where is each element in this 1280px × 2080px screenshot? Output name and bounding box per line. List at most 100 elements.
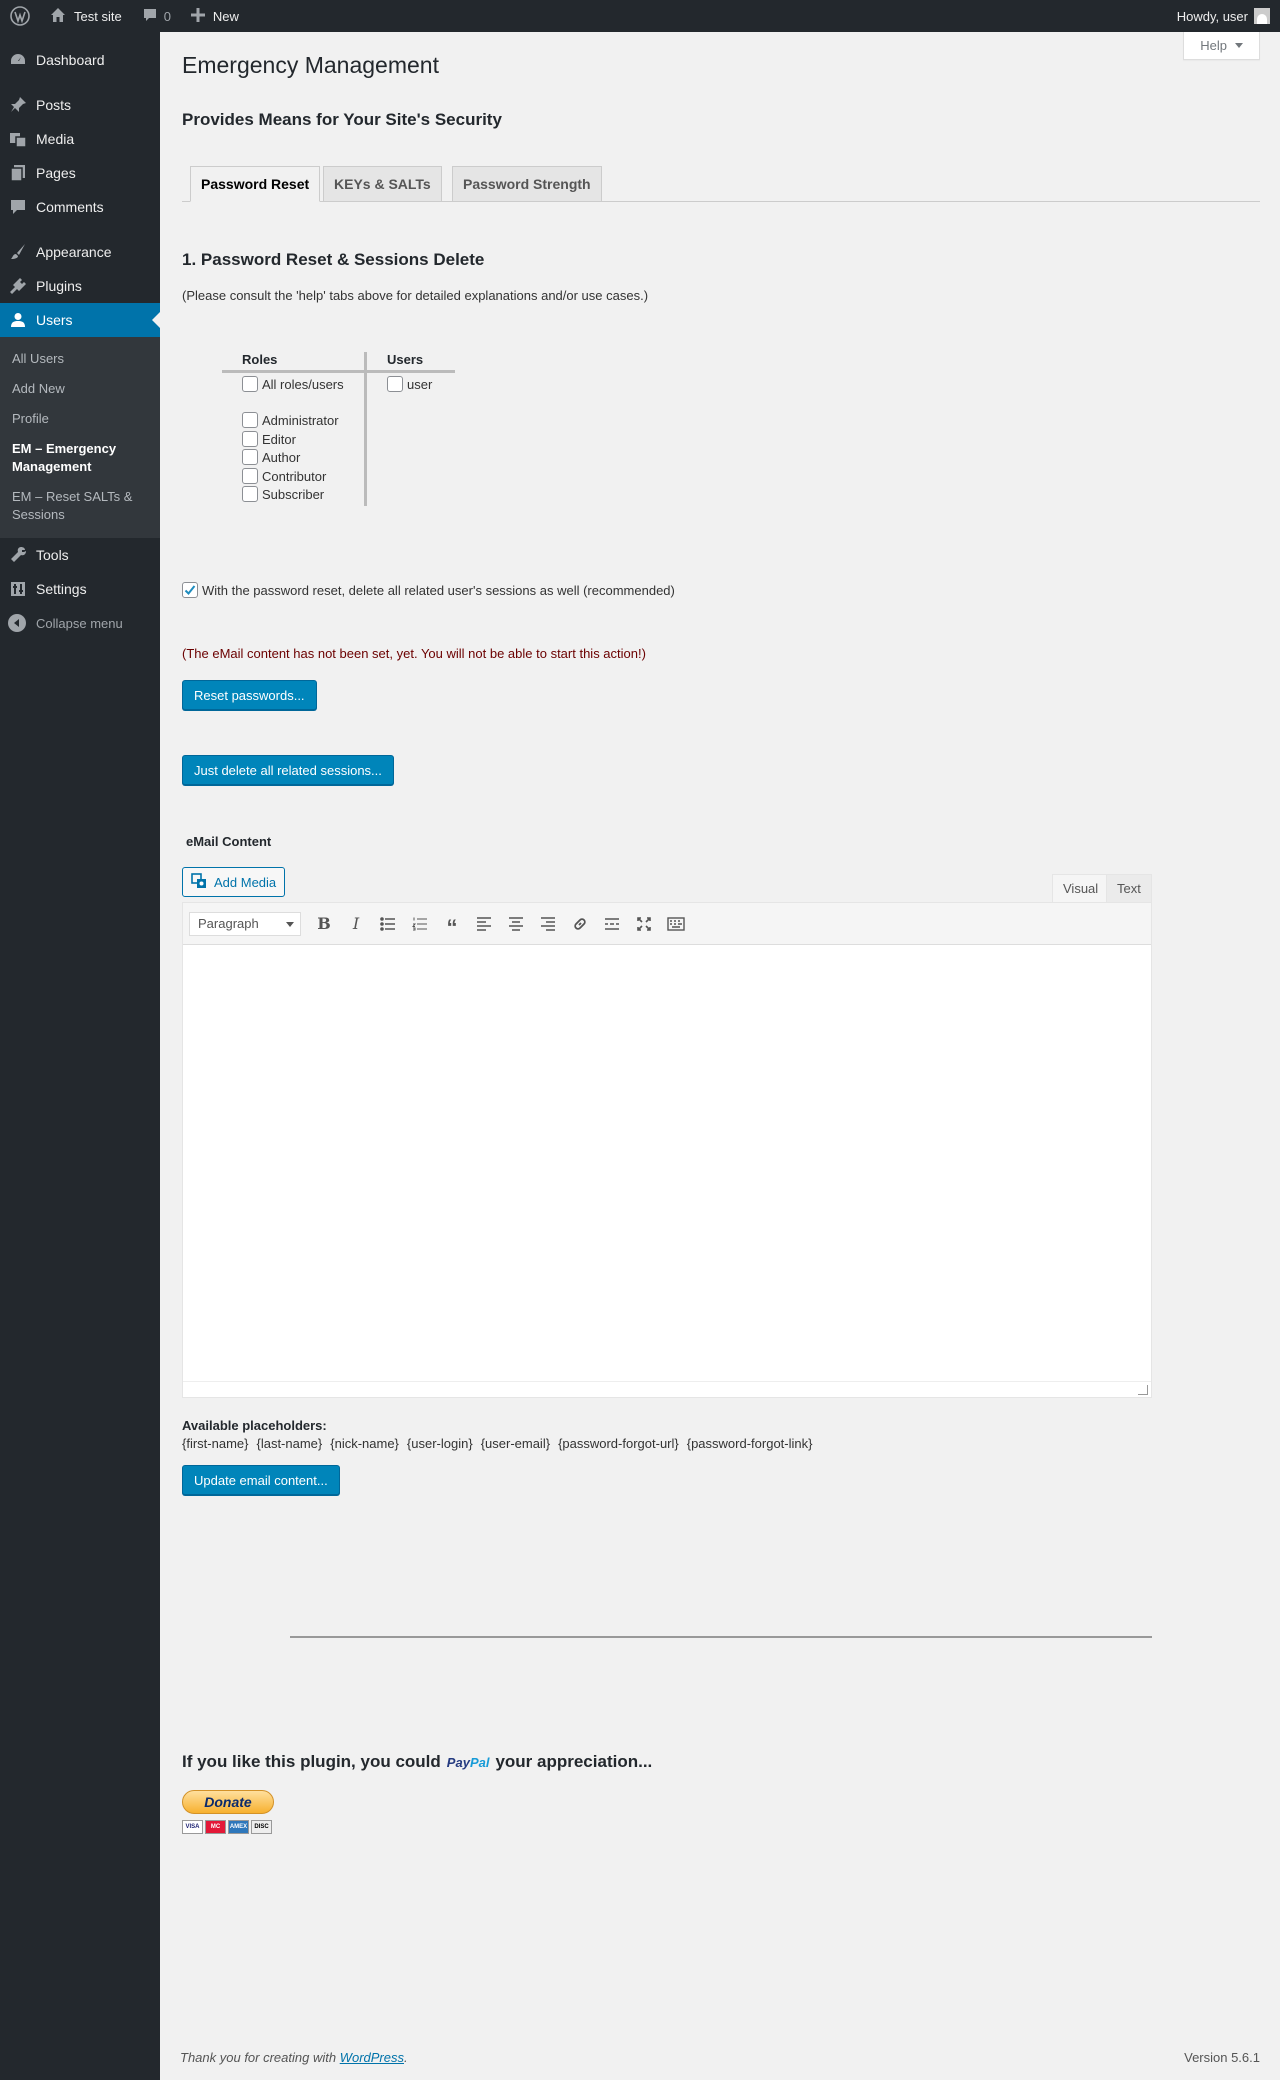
role-subscriber-checkbox[interactable] (242, 486, 258, 502)
user-row[interactable]: user (387, 376, 432, 392)
numbered-list-icon[interactable] (405, 909, 435, 939)
submenu-em-emergency-management[interactable]: EM – Emergency Management (0, 434, 160, 482)
link-icon[interactable] (565, 909, 595, 939)
roles-header-rule (222, 370, 364, 373)
user-label: user (407, 376, 433, 392)
reset-passwords-button[interactable]: Reset passwords... (182, 680, 317, 710)
submenu-profile[interactable]: Profile (0, 404, 160, 434)
site-name-link[interactable]: Test site (40, 0, 132, 32)
role-editor-checkbox[interactable] (242, 431, 258, 447)
help-button[interactable]: Help (1183, 32, 1260, 60)
wordpress-link[interactable]: WordPress (340, 2050, 404, 2065)
role-label: Subscriber (262, 486, 325, 502)
role-administrator-row[interactable]: Administrator (242, 412, 339, 428)
section-title: 1. Password Reset & Sessions Delete (182, 250, 485, 269)
sidebar-item-tools[interactable]: Tools (0, 538, 160, 572)
email-not-set-warning: (The eMail content has not been set, yet… (182, 646, 646, 661)
keyboard-icon[interactable] (661, 909, 691, 939)
italic-icon[interactable]: I (341, 909, 371, 939)
sidebar-item-posts[interactable]: Posts (0, 88, 160, 122)
user-icon (8, 310, 28, 330)
comment-bubble-icon (142, 7, 158, 26)
role-contributor-checkbox[interactable] (242, 468, 258, 484)
sidebar-item-appearance[interactable]: Appearance (0, 235, 160, 269)
admin-bar: Test site 0 New Howdy, user (0, 0, 1280, 32)
role-author-checkbox[interactable] (242, 449, 258, 465)
editor-tab-visual[interactable]: Visual (1052, 874, 1110, 903)
sidebar-item-settings[interactable]: Settings (0, 572, 160, 606)
bullet-list-icon[interactable] (373, 909, 403, 939)
media-icon (8, 129, 28, 149)
align-center-icon[interactable] (501, 909, 531, 939)
footer-version: Version 5.6.1 (1184, 2050, 1260, 2065)
sidebar-item-comments[interactable]: Comments (0, 190, 160, 224)
delete-sessions-label: With the password reset, delete all rela… (202, 582, 675, 598)
tab-keys-salts[interactable]: KEYs & SALTs (323, 166, 442, 202)
blockquote-icon[interactable]: “ (437, 909, 467, 940)
tab-bar: Password Reset KEYs & SALTs Password Str… (182, 166, 1260, 202)
submenu-em-reset-salts[interactable]: EM – Reset SALTs & Sessions (0, 482, 160, 530)
roles-header: Roles (242, 352, 278, 367)
placeholders-label: Available placeholders: (182, 1418, 327, 1433)
main-content: Help Emergency Management Provides Means… (160, 32, 1280, 2080)
bold-icon[interactable]: B (309, 909, 339, 939)
delete-sessions-row[interactable]: With the password reset, delete all rela… (182, 582, 675, 598)
comments-link[interactable]: 0 (132, 0, 181, 32)
comment-icon (8, 197, 28, 217)
format-select[interactable]: Paragraph (189, 911, 301, 936)
editor-statusbar (183, 1381, 1151, 1397)
placeholder-token: {password-forgot-url} (558, 1436, 679, 1451)
sidebar-item-users[interactable]: Users (0, 303, 160, 337)
editor-content-area[interactable] (183, 945, 1151, 1381)
update-email-content-button[interactable]: Update email content... (182, 1465, 340, 1495)
role-author-row[interactable]: Author (242, 449, 300, 465)
new-content-link[interactable]: New (181, 0, 249, 32)
wordpress-logo-icon[interactable] (0, 0, 40, 32)
collapse-menu-button[interactable]: Collapse menu (0, 606, 160, 640)
sidebar-item-label: Appearance (36, 244, 112, 260)
format-value: Paragraph (198, 916, 259, 931)
role-administrator-checkbox[interactable] (242, 412, 258, 428)
account-menu[interactable]: Howdy, user (1167, 0, 1280, 32)
sidebar-item-plugins[interactable]: Plugins (0, 269, 160, 303)
sidebar-item-media[interactable]: Media (0, 122, 160, 156)
add-media-button[interactable]: Add Media (182, 867, 286, 897)
role-label: Editor (262, 431, 296, 447)
brush-icon (8, 242, 28, 262)
delete-sessions-checkbox[interactable] (182, 582, 198, 598)
submenu-add-new[interactable]: Add New (0, 374, 160, 404)
sidebar-item-dashboard[interactable]: Dashboard (0, 43, 160, 77)
placeholder-token: {user-email} (480, 1436, 551, 1451)
role-editor-row[interactable]: Editor (242, 431, 296, 447)
visa-card-icon: VISA (182, 1820, 203, 1834)
tab-password-reset[interactable]: Password Reset (190, 166, 321, 202)
sidebar-item-label: Media (36, 131, 75, 147)
placeholder-token: {last-name} (256, 1436, 323, 1451)
submenu-all-users[interactable]: All Users (0, 344, 160, 374)
avatar (1254, 8, 1270, 24)
chevron-down-icon (286, 921, 294, 927)
align-right-icon[interactable] (533, 909, 563, 939)
pin-icon (8, 95, 28, 115)
role-all-checkbox[interactable] (242, 376, 258, 392)
user-checkbox[interactable] (387, 376, 403, 392)
role-contributor-row[interactable]: Contributor (242, 468, 326, 484)
role-label: Administrator (262, 412, 339, 428)
sidebar-item-label: Posts (36, 97, 72, 113)
editor-tab-text[interactable]: Text (1106, 874, 1152, 903)
align-left-icon[interactable] (469, 909, 499, 939)
resize-handle-icon[interactable] (1138, 1385, 1148, 1395)
delete-sessions-button[interactable]: Just delete all related sessions... (182, 755, 394, 785)
sidebar-item-pages[interactable]: Pages (0, 156, 160, 190)
paypal-donate-button[interactable]: Donate (182, 1790, 274, 1814)
fullscreen-icon[interactable] (629, 909, 659, 939)
plus-icon (190, 7, 205, 25)
read-more-icon[interactable] (597, 909, 627, 939)
role-all-checkbox-row[interactable]: All roles/users (242, 376, 344, 392)
role-label: Contributor (262, 468, 327, 484)
page-title: Emergency Management (182, 52, 439, 78)
role-all-label: All roles/users (262, 376, 344, 392)
role-label: Author (262, 449, 301, 465)
role-subscriber-row[interactable]: Subscriber (242, 486, 324, 502)
tab-password-strength[interactable]: Password Strength (452, 166, 602, 202)
